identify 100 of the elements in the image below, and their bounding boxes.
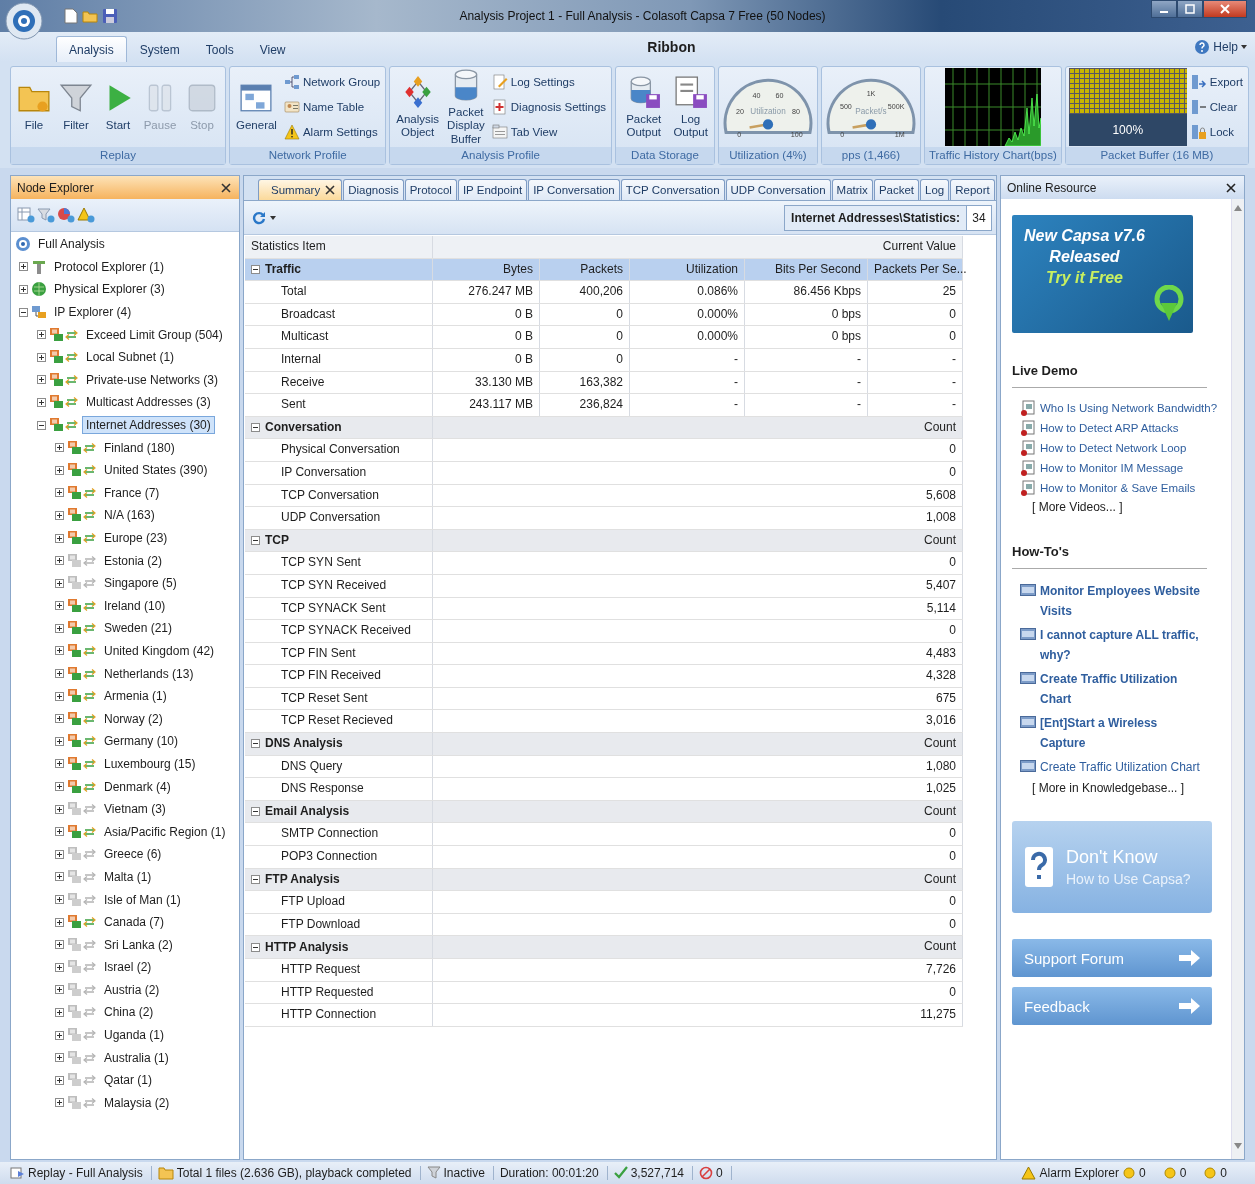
tree-item[interactable]: Australia (1) bbox=[100, 1048, 173, 1067]
scroll-down-icon[interactable] bbox=[1234, 1143, 1242, 1149]
alarm-add-icon[interactable] bbox=[77, 207, 95, 223]
minimize-button[interactable] bbox=[1151, 0, 1177, 18]
expand-icon[interactable] bbox=[55, 940, 64, 950]
tree-item[interactable]: Estonia (2) bbox=[100, 551, 167, 570]
expand-icon[interactable] bbox=[37, 330, 46, 340]
expand-icon[interactable] bbox=[55, 1098, 64, 1108]
expand-icon[interactable] bbox=[55, 691, 64, 701]
expand-icon[interactable] bbox=[55, 1053, 64, 1063]
tree-item[interactable]: Physical Explorer (3) bbox=[50, 280, 169, 299]
promo-banner[interactable]: New Capsa v7.6 Released Try it Free bbox=[1012, 215, 1193, 333]
document-tab[interactable]: Summary bbox=[258, 179, 343, 200]
more-link[interactable]: [ More in Knowledgebase... ] bbox=[1032, 781, 1231, 795]
expand-icon[interactable] bbox=[55, 578, 64, 588]
ribbon-button[interactable]: Diagnosis Settings bbox=[489, 97, 609, 117]
ribbon-tab[interactable]: Tools bbox=[192, 36, 247, 62]
section-header-row[interactable]: DNS Analysis Count bbox=[245, 733, 963, 756]
ribbon-button[interactable]: Lock bbox=[1188, 122, 1245, 142]
tree-item[interactable]: Ireland (10) bbox=[100, 596, 170, 615]
expand-icon[interactable] bbox=[55, 782, 64, 792]
collapse-icon[interactable] bbox=[251, 536, 260, 545]
expand-icon[interactable] bbox=[55, 872, 64, 882]
collapse-icon[interactable] bbox=[251, 874, 260, 884]
more-link[interactable]: [ More Videos... ] bbox=[1032, 500, 1231, 514]
section-header-row[interactable]: Email Analysis Count bbox=[245, 800, 963, 824]
demo-link[interactable]: How to Monitor IM Message bbox=[1040, 462, 1184, 474]
ribbon-tab[interactable]: View bbox=[246, 36, 299, 62]
tree-item[interactable]: Netherlands (13) bbox=[100, 664, 198, 683]
collapse-icon[interactable] bbox=[251, 942, 260, 952]
collapse-icon[interactable] bbox=[251, 807, 260, 817]
section-header-row[interactable]: FTP Analysis Count bbox=[245, 868, 963, 892]
ribbon-button[interactable]: Analysis Object bbox=[393, 74, 443, 140]
expand-icon[interactable] bbox=[55, 736, 64, 746]
close-icon[interactable] bbox=[1226, 182, 1236, 193]
collapse-icon[interactable] bbox=[251, 739, 260, 749]
expand-icon[interactable] bbox=[55, 488, 64, 498]
expand-icon[interactable] bbox=[19, 285, 28, 294]
expand-icon[interactable] bbox=[55, 556, 64, 566]
tree-item[interactable]: United States (390) bbox=[100, 461, 212, 480]
document-tab[interactable]: Diagnosis bbox=[343, 179, 404, 200]
tree-item[interactable]: Sweden (21) bbox=[100, 619, 177, 638]
tree-item[interactable]: Internet Addresses (30) bbox=[82, 416, 215, 435]
tree-item[interactable]: Finland (180) bbox=[100, 438, 179, 457]
ribbon-button[interactable]: Packet Output bbox=[619, 74, 669, 140]
document-tab[interactable]: Log bbox=[920, 179, 950, 200]
tree-item[interactable]: France (7) bbox=[100, 483, 164, 502]
demo-link[interactable]: How to Detect ARP Attacks bbox=[1040, 422, 1179, 434]
section-header-row[interactable]: TCP Count bbox=[245, 529, 963, 553]
expand-icon[interactable] bbox=[55, 849, 64, 859]
ribbon-button[interactable]: Clear bbox=[1188, 97, 1245, 117]
tree-item[interactable]: IP Explorer (4) bbox=[50, 303, 136, 322]
ribbon-button[interactable]: Network Group bbox=[281, 72, 383, 92]
maximize-button[interactable] bbox=[1177, 0, 1203, 18]
expand-icon[interactable] bbox=[55, 443, 64, 453]
tree-item[interactable]: Asia/Pacific Region (1) bbox=[100, 822, 230, 841]
ribbon-tab[interactable]: System bbox=[126, 36, 193, 62]
expand-icon[interactable] bbox=[55, 1075, 64, 1085]
document-tab[interactable]: IP Conversation bbox=[528, 179, 620, 200]
document-tab[interactable]: Report bbox=[950, 179, 995, 200]
tree-item[interactable]: Sri Lanka (2) bbox=[100, 935, 177, 954]
tree-item[interactable]: Uganda (1) bbox=[100, 1026, 169, 1045]
expand-icon[interactable] bbox=[55, 510, 64, 520]
tree-item[interactable]: Isle of Man (1) bbox=[100, 890, 185, 909]
ribbon-button[interactable]: Tab View bbox=[489, 122, 609, 142]
demo-link[interactable]: How to Detect Network Loop bbox=[1040, 442, 1187, 454]
document-tab[interactable]: IP Endpoint bbox=[457, 179, 528, 200]
save-icon[interactable] bbox=[102, 8, 118, 24]
expand-icon[interactable] bbox=[55, 714, 64, 724]
expand-icon[interactable] bbox=[55, 985, 64, 995]
new-document-icon[interactable] bbox=[64, 8, 78, 24]
expand-icon[interactable] bbox=[55, 895, 64, 904]
help-button[interactable]: Help bbox=[1194, 39, 1247, 55]
ribbon-button[interactable]: General bbox=[233, 81, 280, 133]
collapse-icon[interactable] bbox=[251, 423, 260, 433]
document-tab[interactable]: Protocol bbox=[404, 179, 457, 200]
ribbon-button[interactable]: Filter bbox=[56, 81, 96, 133]
ribbon-button[interactable]: Packet Display Buffer bbox=[444, 68, 488, 146]
close-icon[interactable] bbox=[221, 182, 231, 193]
how-to-link[interactable]: Create Traffic Utilization Chart bbox=[1040, 669, 1205, 709]
tree-item[interactable]: Full Analysis bbox=[34, 235, 109, 254]
tree-item[interactable]: Europe (23) bbox=[100, 529, 172, 547]
tree-item[interactable]: Protocol Explorer (1) bbox=[50, 257, 169, 276]
tree-item[interactable]: China (2) bbox=[100, 1003, 158, 1022]
tree-item[interactable]: N/A (163) bbox=[100, 506, 159, 525]
expand-icon[interactable] bbox=[55, 646, 64, 656]
tree-item[interactable]: United Kingdom (42) bbox=[100, 642, 219, 660]
ribbon-button[interactable]: File bbox=[14, 81, 54, 133]
ribbon-button[interactable]: Export bbox=[1188, 72, 1245, 92]
how-to-link[interactable]: I cannot capture ALL traffic, why? bbox=[1040, 625, 1205, 665]
document-tab[interactable]: UDP Conversation bbox=[725, 179, 831, 200]
expand-icon[interactable] bbox=[37, 375, 46, 385]
scrollbar[interactable] bbox=[1231, 199, 1244, 1159]
tree-item[interactable]: Malta (1) bbox=[100, 867, 156, 886]
ribbon-tab[interactable]: Analysis bbox=[56, 36, 127, 62]
expand-icon[interactable] bbox=[55, 533, 64, 543]
tree-item[interactable]: Austria (2) bbox=[100, 980, 164, 999]
expand-icon[interactable] bbox=[55, 1030, 64, 1040]
tree-item[interactable]: Armenia (1) bbox=[100, 687, 171, 706]
tree-item[interactable]: Israel (2) bbox=[100, 958, 156, 977]
